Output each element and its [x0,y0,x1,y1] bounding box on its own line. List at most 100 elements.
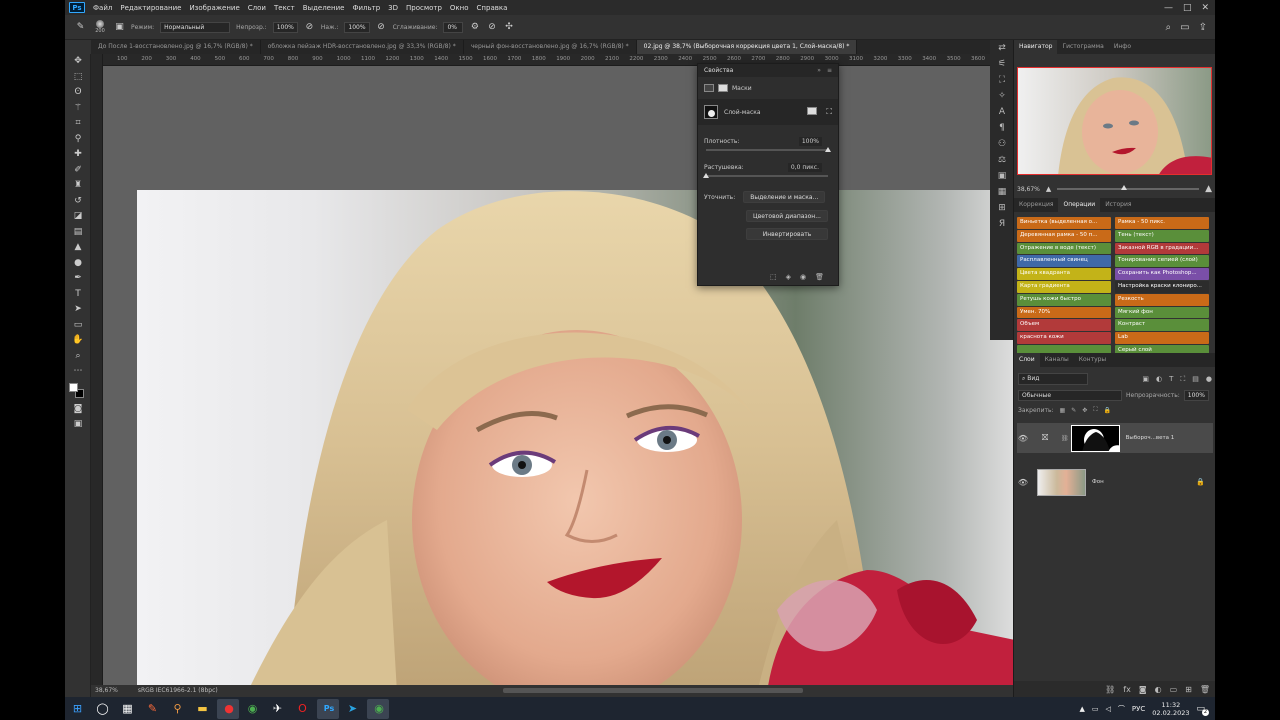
layer-row-background[interactable]: 👁 Фон 🔒 [1017,467,1213,497]
tab-document-active[interactable]: 02.jpg @ 38,7% (Выборочная коррекция цве… [636,40,858,54]
visibility-eye-icon[interactable]: ◉ [800,273,806,281]
chrome-2-icon[interactable]: ◉ [366,698,389,719]
eraser-tool-icon[interactable]: ◪ [65,209,91,225]
menu-window[interactable]: Окно [446,4,473,12]
panel-icon-9[interactable]: ▣ [990,168,1014,184]
collapse-icon[interactable]: » [817,67,821,74]
trash-icon[interactable]: 🗑 [815,273,824,281]
mode-select[interactable]: Нормальный [160,21,231,33]
density-field[interactable]: 100% [798,136,822,146]
filter-shape-icon[interactable]: ⛶ [1180,375,1185,384]
menu-3d[interactable]: 3D [384,4,402,12]
chain-link-icon[interactable]: ⛓ [1061,435,1069,442]
action-button[interactable]: Сохранить как Photoshop... [1115,268,1209,280]
tab-document-1[interactable]: До После 1-восстановлено.jpg @ 16,7% (RG… [91,40,261,54]
background-layer-thumbnail[interactable] [1037,468,1086,496]
shape-tool-icon[interactable]: ▭ [65,318,91,334]
type-tool-icon[interactable]: T [65,287,91,303]
horizontal-scrollbar[interactable] [103,685,1016,697]
tray-chevron-icon[interactable]: ▲ [1079,705,1084,713]
taskbar-app-3-icon[interactable]: ✎ [142,699,164,719]
screen-mode-icon[interactable]: ▣ [65,417,91,433]
filter-smart-icon[interactable]: ▤ [1192,375,1199,384]
action-button[interactable]: краснота кожи [1017,332,1111,344]
action-button[interactable]: Отражение в воде (текст) [1017,242,1111,255]
zoom-out-icon[interactable]: ▲ [1046,185,1051,193]
layer-visibility-eye-icon[interactable]: 👁 [1017,478,1029,487]
action-button[interactable]: Объем [1017,319,1111,332]
action-button[interactable]: Деревянная рамка - 50 п... [1017,229,1111,242]
quick-mask-icon[interactable]: ◙ [65,402,91,418]
action-button[interactable]: Тень (текст) [1115,229,1209,242]
foreground-color-swatch[interactable] [69,382,78,392]
status-zoom[interactable]: 38,67% [95,685,118,697]
layer-opacity-field[interactable]: 100% [1183,390,1209,401]
delete-layer-icon[interactable]: 🗑 [1200,685,1210,694]
density-slider-thumb[interactable] [825,147,831,152]
clock[interactable]: 11:32 02.02.2023 [1152,701,1189,717]
new-adjustment-layer-icon[interactable]: ◐ [1155,685,1162,694]
tab-document-3[interactable]: черный фон-восстановлено.jpg @ 16,7% (RG… [464,40,637,54]
feather-field[interactable]: 0,0 пикс. [787,162,822,172]
tab-actions[interactable]: Операции [1058,198,1101,212]
menu-text[interactable]: Текст [270,4,299,12]
action-button[interactable]: Контраст [1115,319,1209,332]
taskbar-app-2-icon[interactable]: ▦ [117,699,139,719]
tab-history[interactable]: История [1100,198,1136,212]
lasso-tool-icon[interactable]: ʘ [65,85,91,101]
color-range-button[interactable]: Цветовой диапазон... [746,210,828,222]
action-button[interactable]: Цвета квадранта [1017,268,1111,280]
menu-layers[interactable]: Слои [244,4,270,12]
tab-adjustments[interactable]: Коррекция [1014,198,1058,212]
crop-tool-icon[interactable]: ⌗ [65,116,91,132]
action-button[interactable]: Заказной RGB в градации... [1115,242,1209,255]
tab-histogram[interactable]: Гистограмма [1057,40,1108,54]
tab-document-2[interactable]: обложка пейзаж HDR-восстановлено.jpg @ 3… [261,40,464,54]
paragraph-panel-icon[interactable]: ¶ [990,120,1014,136]
action-button[interactable]: Расплавленный свинец [1017,255,1111,268]
blur-tool-icon[interactable]: ▲ [65,240,91,256]
maximize-button[interactable]: □ [1183,3,1192,13]
canvas-area[interactable] [103,66,1016,693]
new-group-icon[interactable]: ▭ [1170,685,1178,694]
dodge-tool-icon[interactable]: ● [65,256,91,272]
path-select-tool-icon[interactable]: ➤ [65,302,91,318]
panel-icon-1[interactable]: ⇄ [990,40,1014,56]
add-vector-mask-icon[interactable]: ⛶ [826,107,832,117]
add-mask-icon[interactable]: ◙ [1139,685,1147,694]
share-icon[interactable]: ⇪ [1199,22,1207,33]
panel-icon-8[interactable]: ⚖ [990,152,1014,168]
menu-file[interactable]: Файл [89,4,116,12]
photoshop-taskbar-icon[interactable]: Ps [316,698,339,719]
menu-filter[interactable]: Фильтр [348,4,384,12]
marquee-tool-icon[interactable]: ⬚ [65,70,91,86]
layer-name[interactable]: Выбороч...вета 1 [1126,435,1175,441]
history-brush-tool-icon[interactable]: ↺ [65,194,91,210]
explorer-icon[interactable]: ▬ [192,699,214,719]
notifications-icon[interactable]: ▭ 2 [1196,704,1209,716]
navigator-zoom-thumb[interactable] [1121,185,1128,190]
select-and-mask-button[interactable]: Выделение и маска... [743,191,826,203]
hand-tool-icon[interactable]: ✋ [65,333,91,349]
opacity-field[interactable]: 100% [272,21,298,33]
filter-pixel-icon[interactable]: ▣ [1142,375,1149,384]
zoom-in-icon[interactable]: ▲ [1205,184,1212,194]
lock-position-icon[interactable]: ✥ [1082,407,1087,414]
invert-button[interactable]: Инвертировать [746,228,828,240]
taskbar-app-1-icon[interactable]: ◯ [92,699,114,719]
panel-icon-11[interactable]: ⊞ [990,200,1014,216]
navigator-preview[interactable] [1017,67,1212,175]
layer-name[interactable]: Фон [1092,479,1104,485]
menu-view[interactable]: Просмотр [402,4,446,12]
zoom-tool-icon[interactable]: ⌕ [65,349,91,365]
layer-filter-select[interactable]: ⌕ Вид [1018,373,1088,385]
brush-tool-icon-sidebar[interactable]: ✐ [65,163,91,179]
chrome-icon[interactable]: ◉ [242,699,264,719]
start-button-icon[interactable]: ⊞ [67,699,89,719]
action-button[interactable]: Умен. 70% [1017,306,1111,319]
move-tool-icon[interactable]: ✥ [65,54,91,70]
menu-edit[interactable]: Редактирование [116,4,185,12]
pressure-opacity-icon[interactable]: ⊘ [304,22,315,33]
navigator-zoom-value[interactable]: 38,67% [1017,186,1040,193]
search-icon[interactable]: ⌕ [1166,22,1172,33]
